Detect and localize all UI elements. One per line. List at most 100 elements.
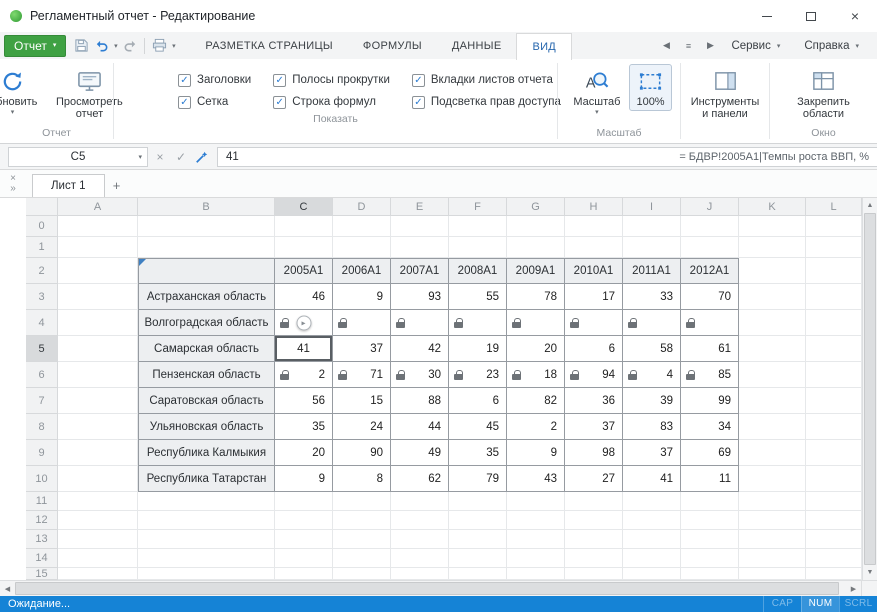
add-sheet-button[interactable]: +	[105, 174, 129, 197]
cell-I2[interactable]: 2011A1	[623, 258, 681, 284]
cell-G9[interactable]: 9	[507, 440, 565, 466]
cell-G11[interactable]	[507, 492, 565, 511]
ribbon-scroll-right-button[interactable]: ▶	[701, 37, 719, 55]
cell-D2[interactable]: 2006A1	[333, 258, 391, 284]
cell-L10[interactable]	[806, 466, 862, 492]
cell-E3[interactable]: 93	[391, 284, 449, 310]
cell-B3[interactable]: Астраханская область	[138, 284, 275, 310]
column-header-L[interactable]: L	[806, 198, 862, 216]
cell-D7[interactable]: 15	[333, 388, 391, 414]
cell-E6[interactable]: 30	[391, 362, 449, 388]
cell-A5[interactable]	[58, 336, 138, 362]
cell-B7[interactable]: Саратовская область	[138, 388, 275, 414]
row-header-3[interactable]: 3	[26, 284, 58, 310]
cell-H3[interactable]: 17	[565, 284, 623, 310]
cell-J9[interactable]: 69	[681, 440, 739, 466]
formula-input[interactable]: 41 = БДВР!2005A1|Темпы роста ВВП, %	[217, 147, 877, 167]
cell-C13[interactable]	[275, 530, 333, 549]
cell-H2[interactable]: 2010A1	[565, 258, 623, 284]
cell-E7[interactable]: 88	[391, 388, 449, 414]
cell-B2[interactable]	[138, 258, 275, 284]
column-header-B[interactable]: B	[138, 198, 275, 216]
cell-K6[interactable]	[739, 362, 806, 388]
cell-E15[interactable]	[391, 568, 449, 580]
cell-L13[interactable]	[806, 530, 862, 549]
scroll-right-icon[interactable]: ▶	[846, 581, 861, 596]
cell-K7[interactable]	[739, 388, 806, 414]
cell-I6[interactable]: 4	[623, 362, 681, 388]
cell-F12[interactable]	[449, 511, 507, 530]
row-header-0[interactable]: 0	[26, 216, 58, 237]
cell-E9[interactable]: 49	[391, 440, 449, 466]
cell-H8[interactable]: 37	[565, 414, 623, 440]
cell-I9[interactable]: 37	[623, 440, 681, 466]
checkbox-access-highlight[interactable]: ✓Подсветка прав доступа	[412, 96, 561, 109]
cell-I11[interactable]	[623, 492, 681, 511]
cell-E10[interactable]: 62	[391, 466, 449, 492]
cell-G4[interactable]	[507, 310, 565, 336]
print-button[interactable]	[149, 35, 169, 57]
cell-F9[interactable]: 35	[449, 440, 507, 466]
maximize-button[interactable]	[789, 0, 833, 32]
column-header-E[interactable]: E	[391, 198, 449, 216]
cell-L14[interactable]	[806, 549, 862, 568]
cell-J6[interactable]: 85	[681, 362, 739, 388]
cell-L8[interactable]	[806, 414, 862, 440]
service-menu[interactable]: Сервис ▾	[719, 32, 792, 59]
freeze-panes-button[interactable]: Закрепить области	[784, 64, 864, 123]
print-dropdown-icon[interactable]: ▾	[169, 42, 178, 50]
cell-J12[interactable]	[681, 511, 739, 530]
cell-D8[interactable]: 24	[333, 414, 391, 440]
cell-I0[interactable]	[623, 216, 681, 237]
tab-view[interactable]: ВИД	[516, 33, 572, 60]
cell-H1[interactable]	[565, 237, 623, 258]
cell-C4[interactable]: ▸	[275, 310, 333, 336]
cell-K10[interactable]	[739, 466, 806, 492]
cell-D10[interactable]: 8	[333, 466, 391, 492]
cell-I12[interactable]	[623, 511, 681, 530]
cell-C3[interactable]: 46	[275, 284, 333, 310]
cell-G0[interactable]	[507, 216, 565, 237]
row-header-2[interactable]: 2	[26, 258, 58, 284]
cell-K3[interactable]	[739, 284, 806, 310]
cell-A2[interactable]	[58, 258, 138, 284]
cell-B4[interactable]: Волгоградская область	[138, 310, 275, 336]
cell-A1[interactable]	[58, 237, 138, 258]
zoom-100-button[interactable]: 100%	[629, 64, 671, 111]
cell-I7[interactable]: 39	[623, 388, 681, 414]
tab-formulas[interactable]: ФОРМУЛЫ	[348, 32, 437, 59]
cell-G8[interactable]: 2	[507, 414, 565, 440]
cell-J3[interactable]: 70	[681, 284, 739, 310]
cell-L15[interactable]	[806, 568, 862, 580]
cell-L0[interactable]	[806, 216, 862, 237]
cell-F7[interactable]: 6	[449, 388, 507, 414]
cell-J4[interactable]	[681, 310, 739, 336]
cell-E14[interactable]	[391, 549, 449, 568]
cell-G13[interactable]	[507, 530, 565, 549]
undo-dropdown-icon[interactable]: ▾	[111, 42, 120, 50]
zoom-button[interactable]: A Масштаб ▾	[566, 64, 627, 119]
cell-C11[interactable]	[275, 492, 333, 511]
close-button[interactable]: ×	[833, 0, 877, 32]
cell-J13[interactable]	[681, 530, 739, 549]
cell-L12[interactable]	[806, 511, 862, 530]
refresh-report-button[interactable]: Обновить ▾	[0, 64, 44, 119]
cell-G6[interactable]: 18	[507, 362, 565, 388]
cell-E8[interactable]: 44	[391, 414, 449, 440]
cell-L2[interactable]	[806, 258, 862, 284]
row-header-5[interactable]: 5	[26, 336, 58, 362]
cell-D4[interactable]	[333, 310, 391, 336]
cell-B11[interactable]	[138, 492, 275, 511]
cell-I3[interactable]: 33	[623, 284, 681, 310]
cell-J2[interactable]: 2012A1	[681, 258, 739, 284]
cell-A3[interactable]	[58, 284, 138, 310]
cell-C6[interactable]: 2	[275, 362, 333, 388]
cell-D11[interactable]	[333, 492, 391, 511]
cell-K2[interactable]	[739, 258, 806, 284]
drill-down-button[interactable]: ▸	[296, 315, 311, 330]
grid-corner-select-all[interactable]	[26, 198, 58, 216]
expand-panel-icon[interactable]: »	[10, 184, 16, 194]
cell-F1[interactable]	[449, 237, 507, 258]
row-header-8[interactable]: 8	[26, 414, 58, 440]
insert-function-button[interactable]	[193, 148, 211, 166]
